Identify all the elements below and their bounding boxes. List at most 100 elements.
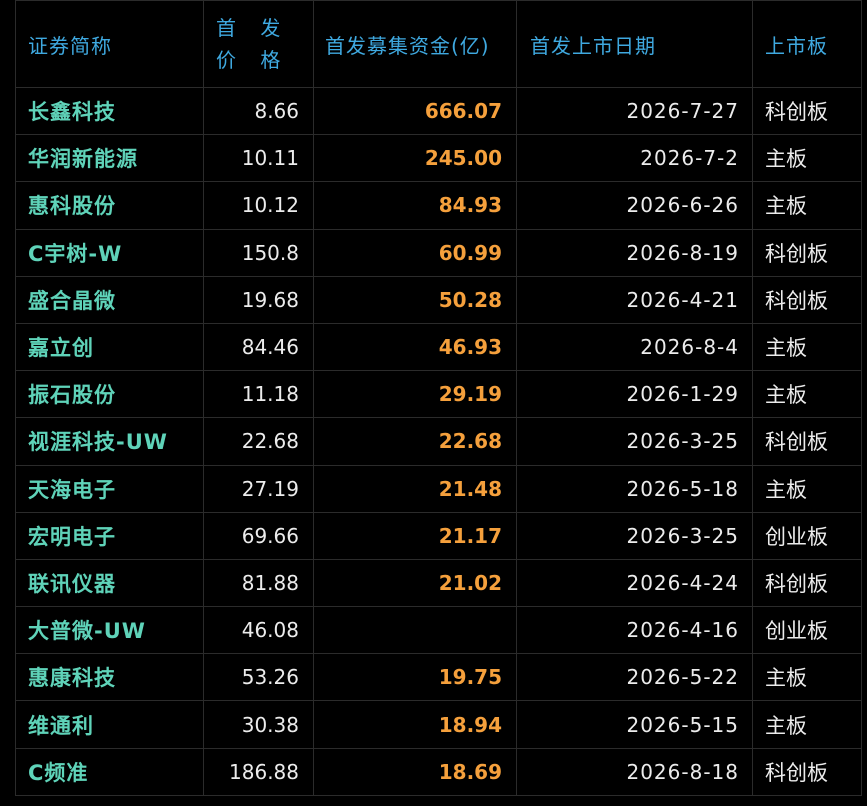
ipo-price-cell: 8.66 bbox=[203, 86, 314, 136]
table-row[interactable]: 长鑫科技 8.66 666.07 2026-7-27 科创板 bbox=[15, 86, 862, 136]
column-header-date[interactable]: 首发上市日期 bbox=[516, 0, 753, 88]
listing-date-cell: 2026-8-19 bbox=[516, 228, 753, 277]
listing-board-cell: 主板 bbox=[752, 181, 862, 230]
ipo-fund-cell bbox=[313, 606, 517, 655]
ipo-table-container: 证券简称 首 发 价 格 首发募集资金(亿) 首发上市日期 上市板 长鑫科技 8.… bbox=[15, 0, 862, 796]
ipo-fund-cell: 18.69 bbox=[313, 747, 517, 796]
security-name-cell: 惠科股份 bbox=[15, 181, 204, 230]
ipo-price-cell: 84.46 bbox=[203, 322, 314, 372]
ipo-price-cell: 22.68 bbox=[203, 417, 314, 466]
ipo-fund-cell: 19.75 bbox=[313, 653, 517, 702]
listing-board-cell: 科创板 bbox=[752, 228, 862, 277]
listing-board-cell: 主板 bbox=[752, 370, 862, 419]
listing-board-cell: 科创板 bbox=[752, 417, 862, 466]
listing-date-cell: 2026-1-29 bbox=[516, 370, 753, 419]
listing-date-cell: 2026-6-26 bbox=[516, 181, 753, 230]
listing-date-cell: 2026-5-22 bbox=[516, 653, 753, 702]
ipo-fund-cell: 46.93 bbox=[313, 322, 517, 372]
table-row[interactable]: 盛合晶微 19.68 50.28 2026-4-21 科创板 bbox=[15, 275, 862, 324]
security-name-cell: C宇树-W bbox=[15, 228, 204, 277]
column-header-name[interactable]: 证券简称 bbox=[15, 0, 204, 88]
table-row[interactable]: 大普微-UW 46.08 2026-4-16 创业板 bbox=[15, 606, 862, 655]
listing-board-cell: 科创板 bbox=[752, 747, 862, 796]
ipo-fund-cell: 84.93 bbox=[313, 181, 517, 230]
listing-date-cell: 2026-4-21 bbox=[516, 275, 753, 324]
ipo-price-cell: 11.18 bbox=[203, 370, 314, 419]
ipo-price-cell: 186.88 bbox=[203, 747, 314, 796]
table-row[interactable]: 惠科股份 10.12 84.93 2026-6-26 主板 bbox=[15, 181, 862, 230]
listing-board-cell: 创业板 bbox=[752, 511, 862, 560]
listing-date-cell: 2026-7-27 bbox=[516, 86, 753, 136]
listing-date-cell: 2026-5-15 bbox=[516, 700, 753, 749]
listing-date-cell: 2026-5-18 bbox=[516, 464, 753, 513]
ipo-fund-cell: 21.48 bbox=[313, 464, 517, 513]
listing-board-cell: 创业板 bbox=[752, 606, 862, 655]
security-name-cell: 长鑫科技 bbox=[15, 86, 204, 136]
security-name-cell: 盛合晶微 bbox=[15, 275, 204, 324]
listing-board-cell: 主板 bbox=[752, 653, 862, 702]
listing-board-cell: 科创板 bbox=[752, 558, 862, 608]
listing-date-cell: 2026-7-2 bbox=[516, 134, 753, 183]
listing-board-cell: 主板 bbox=[752, 464, 862, 513]
ipo-price-cell: 46.08 bbox=[203, 606, 314, 655]
ipo-price-cell: 81.88 bbox=[203, 558, 314, 608]
ipo-fund-cell: 29.19 bbox=[313, 370, 517, 419]
ipo-price-cell: 30.38 bbox=[203, 700, 314, 749]
security-name-cell: 天海电子 bbox=[15, 464, 204, 513]
ipo-price-cell: 69.66 bbox=[203, 511, 314, 560]
table-row[interactable]: 惠康科技 53.26 19.75 2026-5-22 主板 bbox=[15, 653, 862, 702]
listing-board-cell: 科创板 bbox=[752, 86, 862, 136]
listing-board-cell: 科创板 bbox=[752, 275, 862, 324]
security-name-cell: 大普微-UW bbox=[15, 606, 204, 655]
ipo-fund-cell: 22.68 bbox=[313, 417, 517, 466]
security-name-cell: 嘉立创 bbox=[15, 322, 204, 372]
ipo-price-cell: 19.68 bbox=[203, 275, 314, 324]
table-row[interactable]: 华润新能源 10.11 245.00 2026-7-2 主板 bbox=[15, 134, 862, 183]
ipo-price-cell: 10.11 bbox=[203, 134, 314, 183]
ipo-price-cell: 53.26 bbox=[203, 653, 314, 702]
security-name-cell: 联讯仪器 bbox=[15, 558, 204, 608]
ipo-fund-cell: 18.94 bbox=[313, 700, 517, 749]
table-header: 证券简称 首 发 价 格 首发募集资金(亿) 首发上市日期 上市板 bbox=[15, 0, 862, 88]
security-name-cell: 维通利 bbox=[15, 700, 204, 749]
security-name-cell: C频准 bbox=[15, 747, 204, 796]
security-name-cell: 惠康科技 bbox=[15, 653, 204, 702]
ipo-fund-cell: 21.02 bbox=[313, 558, 517, 608]
table-row[interactable]: 视涯科技-UW 22.68 22.68 2026-3-25 科创板 bbox=[15, 417, 862, 466]
column-header-board[interactable]: 上市板 bbox=[752, 0, 862, 88]
table-row[interactable]: C宇树-W 150.8 60.99 2026-8-19 科创板 bbox=[15, 228, 862, 277]
table-row[interactable]: 振石股份 11.18 29.19 2026-1-29 主板 bbox=[15, 370, 862, 419]
listing-date-cell: 2026-8-4 bbox=[516, 322, 753, 372]
ipo-table: 证券简称 首 发 价 格 首发募集资金(亿) 首发上市日期 上市板 长鑫科技 8.… bbox=[15, 0, 862, 796]
listing-date-cell: 2026-3-25 bbox=[516, 417, 753, 466]
table-row[interactable]: 维通利 30.38 18.94 2026-5-15 主板 bbox=[15, 700, 862, 749]
security-name-cell: 视涯科技-UW bbox=[15, 417, 204, 466]
column-header-fund[interactable]: 首发募集资金(亿) bbox=[313, 0, 517, 88]
ipo-fund-cell: 21.17 bbox=[313, 511, 517, 560]
ipo-price-cell: 27.19 bbox=[203, 464, 314, 513]
table-row[interactable]: C频准 186.88 18.69 2026-8-18 科创板 bbox=[15, 747, 862, 796]
ipo-fund-cell: 666.07 bbox=[313, 86, 517, 136]
listing-board-cell: 主板 bbox=[752, 700, 862, 749]
table-body: 长鑫科技 8.66 666.07 2026-7-27 科创板 华润新能源 10.11 245.… bbox=[15, 86, 862, 796]
listing-date-cell: 2026-4-24 bbox=[516, 558, 753, 608]
listing-board-cell: 主板 bbox=[752, 134, 862, 183]
listing-date-cell: 2026-4-16 bbox=[516, 606, 753, 655]
ipo-price-cell: 10.12 bbox=[203, 181, 314, 230]
security-name-cell: 宏明电子 bbox=[15, 511, 204, 560]
security-name-cell: 振石股份 bbox=[15, 370, 204, 419]
listing-board-cell: 主板 bbox=[752, 322, 862, 372]
table-row[interactable]: 天海电子 27.19 21.48 2026-5-18 主板 bbox=[15, 464, 862, 513]
table-row[interactable]: 嘉立创 84.46 46.93 2026-8-4 主板 bbox=[15, 322, 862, 372]
table-row[interactable]: 联讯仪器 81.88 21.02 2026-4-24 科创板 bbox=[15, 558, 862, 608]
ipo-fund-cell: 60.99 bbox=[313, 228, 517, 277]
ipo-fund-cell: 245.00 bbox=[313, 134, 517, 183]
header-row: 证券简称 首 发 价 格 首发募集资金(亿) 首发上市日期 上市板 bbox=[15, 0, 862, 88]
security-name-cell: 华润新能源 bbox=[15, 134, 204, 183]
ipo-price-cell: 150.8 bbox=[203, 228, 314, 277]
ipo-fund-cell: 50.28 bbox=[313, 275, 517, 324]
column-header-price[interactable]: 首 发 价 格 bbox=[203, 0, 314, 88]
listing-date-cell: 2026-8-18 bbox=[516, 747, 753, 796]
table-row[interactable]: 宏明电子 69.66 21.17 2026-3-25 创业板 bbox=[15, 511, 862, 560]
listing-date-cell: 2026-3-25 bbox=[516, 511, 753, 560]
